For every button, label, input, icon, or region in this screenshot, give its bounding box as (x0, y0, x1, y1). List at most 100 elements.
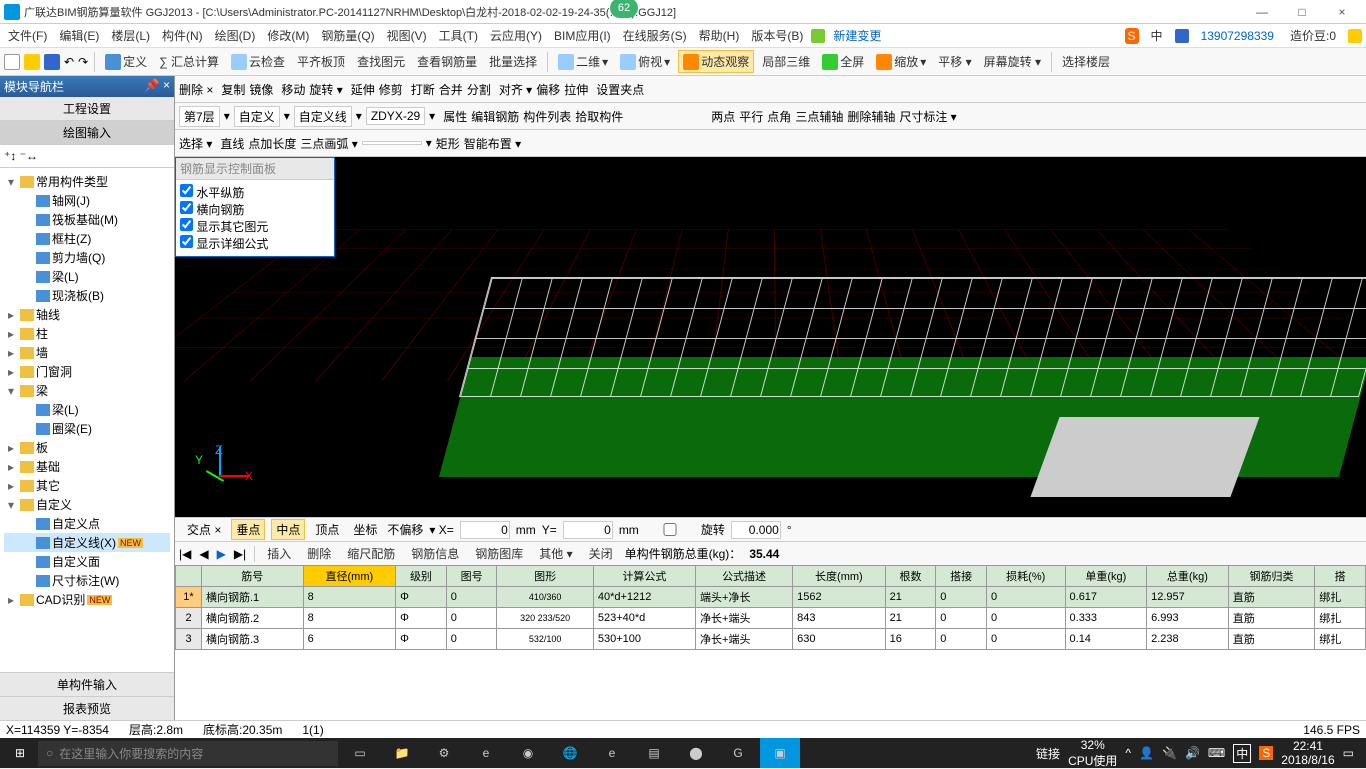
task-view-icon[interactable]: ▭ (340, 738, 380, 768)
menu-draw[interactable]: 绘图(D) (211, 25, 260, 46)
rebar-info-button[interactable]: 钢筋信息 (407, 544, 463, 563)
move-button[interactable]: 移动 (281, 81, 305, 98)
user-id[interactable]: 13907298339 (1197, 27, 1278, 45)
checkbox-item[interactable]: 显示其它图元 (180, 218, 330, 235)
menu-cloud[interactable]: 云应用(Y) (486, 25, 546, 46)
pan-button[interactable]: 平移 ▾ (934, 51, 975, 72)
extend-button[interactable]: 延伸 (351, 81, 375, 98)
new-icon[interactable] (4, 54, 20, 70)
menu-modify[interactable]: 修改(M) (263, 25, 313, 46)
menu-online[interactable]: 在线服务(S) (619, 25, 691, 46)
link-tray[interactable]: 链接 (1036, 745, 1060, 762)
scale-button[interactable]: 缩尺配筋 (343, 544, 399, 563)
start-button[interactable]: ⊞ (4, 738, 36, 768)
table-row[interactable]: 1*横向钢筋.18Φ0410/36040*d+1212端头+净长15622100… (176, 587, 1366, 608)
dimension-button[interactable]: 尺寸标注 ▾ (899, 108, 956, 125)
menu-component[interactable]: 构件(N) (158, 25, 207, 46)
trim-button[interactable]: 修剪 (379, 81, 403, 98)
rebar-display-panel[interactable]: 钢筋显示控制面板 水平纵筋 横向钢筋 显示其它图元 显示详细公式 (175, 157, 335, 257)
batch-select-button[interactable]: 批量选择 (485, 51, 541, 72)
local-3d-button[interactable]: 局部三维 (758, 51, 814, 72)
tree-item[interactable]: 梁(L) (4, 267, 170, 286)
table-header[interactable]: 根数 (885, 566, 936, 587)
snap-cross[interactable]: 交点 × (183, 520, 225, 539)
checkbox-item[interactable]: 横向钢筋 (180, 201, 330, 218)
sidebar-pin-icon[interactable]: 📌 × (145, 78, 170, 95)
app-icon-3[interactable]: e (466, 738, 506, 768)
point-angle-button[interactable]: 点角 (767, 108, 791, 125)
tray-notification-icon[interactable]: ▭ (1343, 746, 1354, 760)
tree-item[interactable]: ▾自定义 (4, 495, 170, 514)
zoom-button[interactable]: 缩放▾ (872, 51, 930, 72)
copy-button[interactable]: 复制 (221, 81, 245, 98)
table-header[interactable]: 钢筋归类 (1228, 566, 1315, 587)
x-input[interactable] (460, 521, 510, 539)
collapse-icon[interactable]: ⁻↔ (20, 149, 38, 163)
delete-row-button[interactable]: 删除 (303, 544, 335, 563)
delete-button[interactable]: 删除 × (179, 81, 213, 98)
app-icon-6[interactable]: e (592, 738, 632, 768)
merge-button[interactable]: 合并 (439, 81, 463, 98)
select-button[interactable]: 选择 ▾ (179, 135, 212, 152)
menu-file[interactable]: 文件(F) (4, 25, 51, 46)
tree-item[interactable]: 筏板基础(M) (4, 210, 170, 229)
tree-item[interactable]: 梁(L) (4, 400, 170, 419)
snap-coord[interactable]: 坐标 (349, 520, 381, 539)
two-point-button[interactable]: 两点 (711, 108, 735, 125)
nav-last[interactable]: ▶| (234, 547, 246, 561)
tree-item[interactable]: ▾梁 (4, 381, 170, 400)
tray-ime[interactable]: 中 (1233, 744, 1251, 763)
tree-item[interactable]: 自定义线(X)NEW (4, 533, 170, 552)
tree-item[interactable]: ▾常用构件类型 (4, 172, 170, 191)
rotate-check[interactable] (645, 523, 695, 536)
tree-item[interactable]: 自定义点 (4, 514, 170, 533)
select-floor-button[interactable]: 选择楼层 (1058, 51, 1114, 72)
smart-layout-button[interactable]: 智能布置 ▾ (464, 135, 521, 152)
line-select[interactable]: 自定义线 (294, 106, 352, 127)
open-icon[interactable] (24, 54, 40, 70)
close-panel-button[interactable]: 关闭 (585, 544, 617, 563)
code-select[interactable]: ZDYX-29 (366, 107, 425, 125)
nav-first[interactable]: |◀ (179, 547, 191, 561)
checkbox-item[interactable]: 水平纵筋 (180, 184, 330, 201)
app-icon-2[interactable]: ⚙ (424, 738, 464, 768)
offset-select[interactable]: 不偏移 (387, 521, 423, 538)
expand-icon[interactable]: ⁺↕ (4, 149, 16, 163)
table-header[interactable]: 公式描述 (696, 566, 793, 587)
component-list-button[interactable]: 构件列表 (523, 108, 571, 125)
tree-item[interactable]: ▸墙 (4, 343, 170, 362)
new-change-button[interactable]: 新建变更 (829, 25, 885, 46)
tree-item[interactable]: 框柱(Z) (4, 229, 170, 248)
rotate-input[interactable] (731, 521, 781, 539)
undo-icon[interactable]: ↶ (64, 55, 74, 69)
tab-project-settings[interactable]: 工程设置 (0, 97, 174, 121)
split-button[interactable]: 分割 (467, 81, 491, 98)
menu-version[interactable]: 版本号(B) (747, 25, 807, 46)
table-header[interactable]: 总重(kg) (1147, 566, 1229, 587)
sum-button[interactable]: ∑ 汇总计算 (155, 51, 223, 72)
menu-edit[interactable]: 编辑(E) (55, 25, 103, 46)
app-icon-5[interactable]: 🌐 (550, 738, 590, 768)
menu-view[interactable]: 视图(V) (383, 25, 431, 46)
line-button[interactable]: 直线 (220, 135, 244, 152)
cloud-check-button[interactable]: 云检查 (227, 51, 289, 72)
snap-perp[interactable]: 垂点 (231, 519, 265, 540)
tray-keyboard-icon[interactable]: ⌨ (1208, 746, 1225, 760)
app-icon-8[interactable]: ⬤ (676, 738, 716, 768)
tray-sogou-icon[interactable]: S (1259, 746, 1273, 760)
app-icon-4[interactable]: ◉ (508, 738, 548, 768)
app-icon-10[interactable]: ▣ (760, 738, 800, 768)
tree-item[interactable]: ▸轴线 (4, 305, 170, 324)
app-icon-9[interactable]: G (718, 738, 758, 768)
2d-button[interactable]: 二维▾ (554, 51, 612, 72)
pick-component-button[interactable]: 拾取构件 (575, 108, 623, 125)
type-select[interactable]: 自定义 (234, 106, 280, 127)
align-button[interactable]: 对齐 ▾ (499, 81, 532, 98)
tree-item[interactable]: 圈梁(E) (4, 419, 170, 438)
define-button[interactable]: 定义 (101, 51, 151, 72)
top-view-button[interactable]: 俯视▾ (616, 51, 674, 72)
nav-next[interactable]: ▶ (217, 547, 226, 561)
y-input[interactable] (563, 521, 613, 539)
rebar-table[interactable]: 筋号直径(mm)级别图号图形计算公式公式描述长度(mm)根数搭接损耗(%)单重(… (175, 565, 1366, 720)
table-header[interactable]: 直径(mm) (303, 566, 396, 587)
